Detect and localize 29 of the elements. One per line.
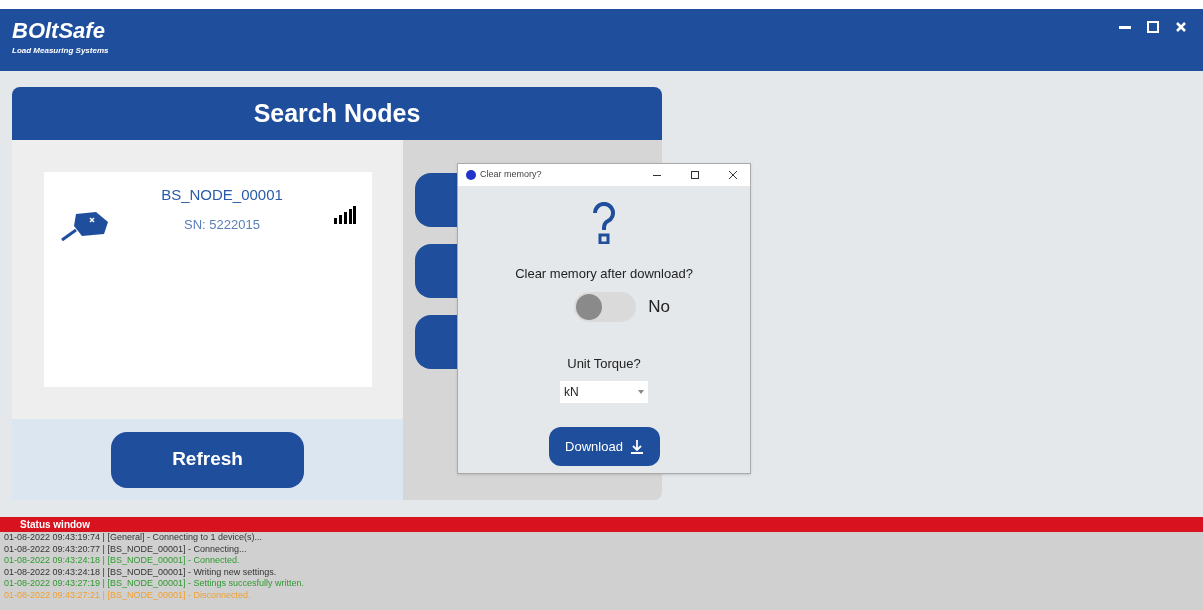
- signal-icon: [334, 206, 356, 224]
- question-icon: [591, 202, 617, 244]
- maximize-icon[interactable]: [690, 170, 700, 180]
- unit-dropdown[interactable]: kN: [560, 381, 648, 403]
- app-logo: BOltSafe: [12, 17, 106, 45]
- status-title: Status window: [20, 518, 90, 532]
- dialog-title: Clear memory?: [480, 168, 543, 182]
- node-card[interactable]: BS_NODE_00001 SN: 5222015: [44, 172, 372, 387]
- download-icon: [630, 439, 643, 454]
- unit-label: Unit Torque?: [567, 354, 641, 373]
- refresh-button[interactable]: Refresh: [111, 431, 304, 488]
- toggle-label: No: [648, 295, 670, 318]
- clear-memory-toggle[interactable]: [574, 291, 637, 322]
- app-icon: [466, 170, 476, 180]
- panel-title: Search Nodes: [253, 97, 421, 129]
- node-name: BS_NODE_00001: [161, 185, 283, 205]
- restore-icon[interactable]: [1147, 21, 1159, 33]
- log-line: 01-08-2022 09:43:19:74 | [General] - Connecting to 1 device(s)...: [4, 532, 263, 544]
- log-line: 01-08-2022 09:43:20:77 | [BS_NODE_00001] - Connecting...: [4, 543, 248, 555]
- question-text: Clear memory after download?: [515, 265, 693, 283]
- log-line: 01-08-2022 09:43:27:21 | [BS_NODE_00001] - Disconnected.: [4, 589, 252, 601]
- log-line: 01-08-2022 09:43:27:19 | [BS_NODE_00001] - Settings succesfully written.: [4, 578, 305, 590]
- download-button[interactable]: Download: [548, 427, 660, 466]
- log-line: 01-08-2022 09:43:24:18 | [BS_NODE_00001] - Connected.: [4, 555, 241, 567]
- node-serial: SN: 5222015: [184, 215, 260, 234]
- caret-icon: [638, 390, 644, 394]
- log-line: 01-08-2022 09:43:24:18 | [BS_NODE_00001] - Writing new settings.: [4, 566, 278, 578]
- app-tagline: Load Measuring Systems: [12, 45, 109, 57]
- close-icon[interactable]: [728, 170, 738, 180]
